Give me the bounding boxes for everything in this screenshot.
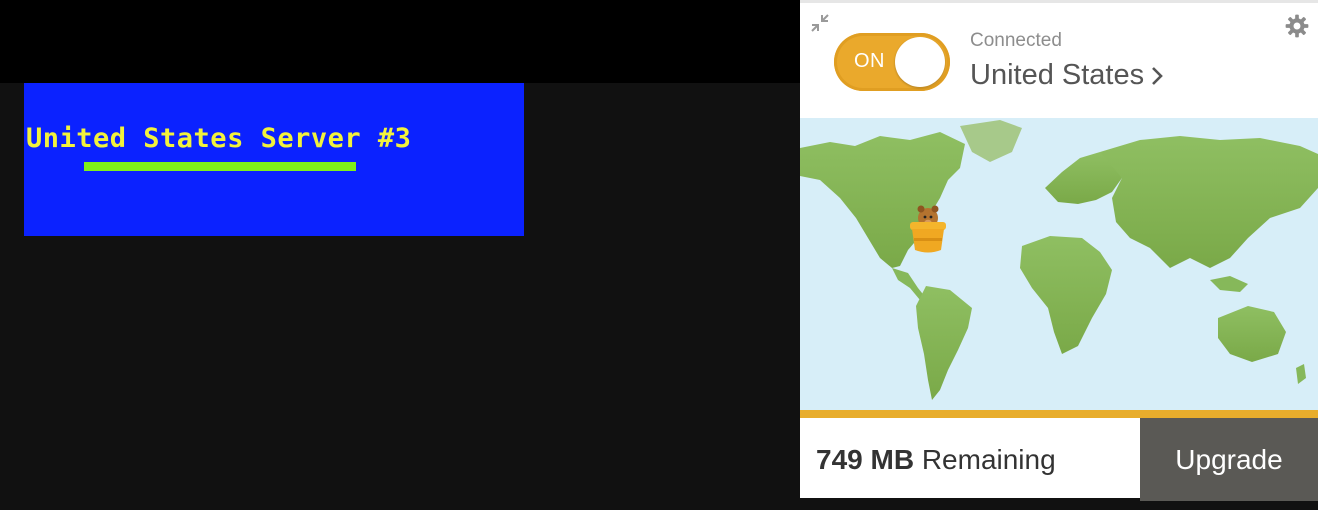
top-black-band xyxy=(0,0,800,83)
world-map-graphic xyxy=(800,120,1318,400)
greenland-landmass xyxy=(960,120,1022,162)
vpn-header: ON Connected United States xyxy=(800,3,1318,119)
server-title: United States Server #3 xyxy=(26,123,412,154)
collapse-arrows-icon[interactable] xyxy=(810,13,830,33)
central-america-landmass xyxy=(892,268,926,300)
upgrade-button[interactable]: Upgrade xyxy=(1140,418,1318,501)
connection-status: Connected xyxy=(970,30,1062,51)
footer-bar: 749 MB Remaining Upgrade xyxy=(800,418,1318,501)
toggle-label: ON xyxy=(854,50,885,72)
data-remaining: 749 MB Remaining xyxy=(816,444,1056,476)
vpn-on-toggle[interactable]: ON xyxy=(834,33,950,91)
world-map[interactable] xyxy=(800,118,1318,410)
asia-landmass xyxy=(1100,136,1318,268)
country-selector[interactable]: United States xyxy=(970,59,1164,92)
server-title-underline xyxy=(84,162,356,171)
vpn-panel: ON Connected United States 749 MB Remain… xyxy=(800,0,1318,501)
australia-landmass xyxy=(1218,306,1286,362)
data-amount: 749 MB xyxy=(816,444,915,475)
country-label: United States xyxy=(970,59,1145,91)
server-banner: United States Server #3 xyxy=(24,83,524,236)
map-bottom-strip xyxy=(800,410,1318,418)
africa-landmass xyxy=(1020,236,1112,354)
toggle-knob xyxy=(895,37,945,87)
gear-icon[interactable] xyxy=(1284,13,1310,39)
data-suffix: Remaining xyxy=(921,444,1056,475)
southeast-asia-islands xyxy=(1210,276,1248,292)
chevron-right-icon xyxy=(1152,66,1163,85)
south-america-landmass xyxy=(916,286,972,400)
new-zealand-landmass xyxy=(1296,364,1306,384)
